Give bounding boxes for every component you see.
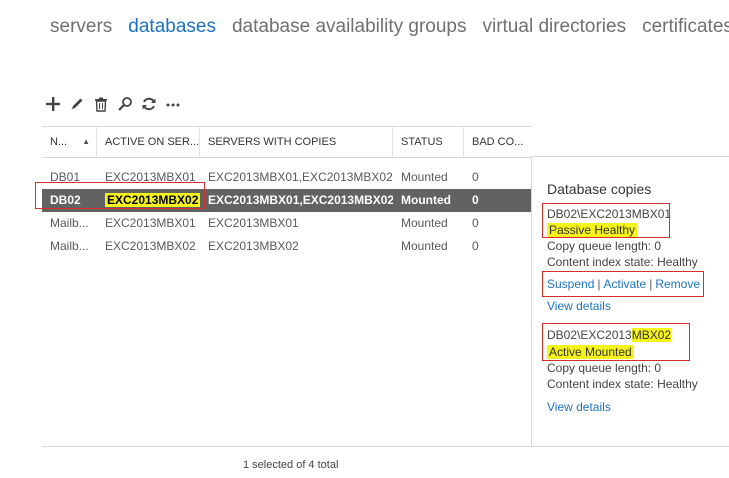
refresh-icon[interactable] <box>140 94 158 114</box>
copy2-state: Active Mounted <box>547 344 634 360</box>
edit-icon[interactable] <box>68 94 86 114</box>
cell-status: Mounted <box>401 193 451 207</box>
table-row[interactable]: DB01 EXC2013MBX01 EXC2013MBX01,EXC2013MB… <box>42 166 532 189</box>
cell-servers: EXC2013MBX01 <box>208 216 299 230</box>
column-header-servers-with-copies[interactable]: SERVERS WITH COPIES <box>200 127 393 157</box>
tab-database-availability-groups[interactable]: database availability groups <box>232 16 467 38</box>
tab-certificates[interactable]: certificates <box>642 16 729 38</box>
column-header-status[interactable]: STATUS <box>393 127 464 157</box>
cell-status: Mounted <box>401 239 448 253</box>
copy1-state: Passive Healthy <box>547 222 638 238</box>
view-details-link[interactable]: View details <box>547 400 611 414</box>
action-separator: | <box>597 277 601 291</box>
cell-name: DB02 <box>50 193 81 207</box>
copy1-queue-length: Copy queue length: 0 <box>547 239 662 253</box>
copy1-view-details: View details <box>547 298 611 314</box>
copy1-index-state: Content index state: Healthy <box>547 255 698 269</box>
search-icon[interactable] <box>116 94 134 114</box>
tab-servers[interactable]: servers <box>50 16 112 38</box>
copy2-index-state: Content index state: Healthy <box>547 377 698 391</box>
table-row-selected[interactable]: DB02 EXC2013MBX02 EXC2013MBX01,EXC2013MB… <box>42 189 532 212</box>
copy2-queue-length: Copy queue length: 0 <box>547 361 662 375</box>
grid-header: N... ▲ ACTIVE ON SER... SERVERS WITH COPI… <box>42 126 532 158</box>
sort-ascending-icon: ▲ <box>82 137 90 146</box>
copy1-actions: Suspend | Activate | Remove <box>547 276 700 292</box>
view-details-link[interactable]: View details <box>547 299 611 313</box>
top-nav: servers databases database availability … <box>50 16 729 38</box>
cell-active-on: EXC2013MBX01 <box>105 170 196 184</box>
cell-name: DB01 <box>50 170 81 184</box>
add-icon[interactable] <box>44 94 62 114</box>
grid-rows: DB01 EXC2013MBX01 EXC2013MBX01,EXC2013MB… <box>42 158 532 258</box>
activate-link[interactable]: Activate <box>604 277 647 291</box>
selection-status: 1 selected of 4 total <box>243 459 339 471</box>
table-row[interactable]: Mailb... EXC2013MBX02 EXC2013MBX02 Mount… <box>42 235 532 258</box>
copy2-name-highlight: MBX02 <box>631 328 672 342</box>
delete-icon[interactable] <box>92 94 110 114</box>
cell-active-on: EXC2013MBX01 <box>105 216 196 230</box>
cell-name: Mailb... <box>50 216 89 230</box>
cell-active-on: EXC2013MBX02 <box>97 189 200 212</box>
cell-servers: EXC2013MBX01,EXC2013MBX02 <box>208 170 393 184</box>
column-header-bad-copies[interactable]: BAD CO... <box>464 127 532 157</box>
cell-bad-copies: 0 <box>472 216 479 230</box>
cell-bad-copies: 0 <box>472 239 479 253</box>
grid-bottom-divider <box>42 446 729 447</box>
copy1-name: DB02\EXC2013MBX01 <box>547 207 672 221</box>
column-header-name-label: N... <box>50 136 68 148</box>
copy2-view-details: View details <box>547 399 611 415</box>
copy2-state-highlight: Active Mounted <box>547 345 634 359</box>
suspend-link[interactable]: Suspend <box>547 277 594 291</box>
details-title: Database copies <box>547 181 652 197</box>
copy2-name: DB02\EXC2013MBX02 <box>547 327 672 343</box>
tab-virtual-directories[interactable]: virtual directories <box>482 16 626 38</box>
highlighted-server: EXC2013MBX02 <box>105 193 200 207</box>
cell-status: Mounted <box>401 216 448 230</box>
cell-bad-copies: 0 <box>472 193 479 207</box>
cell-status: Mounted <box>401 170 448 184</box>
action-separator: | <box>649 277 653 291</box>
toolbar <box>44 94 182 114</box>
copy1-state-highlight: Passive Healthy <box>547 223 638 237</box>
database-grid: N... ▲ ACTIVE ON SER... SERVERS WITH COPI… <box>42 126 532 258</box>
column-header-active-on[interactable]: ACTIVE ON SER... <box>97 127 200 157</box>
copy2-name-prefix: DB02\EXC2013 <box>547 328 632 342</box>
cell-servers: EXC2013MBX01,EXC2013MBX02 <box>208 193 393 207</box>
cell-servers: EXC2013MBX02 <box>208 239 299 253</box>
table-row[interactable]: Mailb... EXC2013MBX01 EXC2013MBX01 Mount… <box>42 212 532 235</box>
cell-name: Mailb... <box>50 239 89 253</box>
more-icon[interactable] <box>164 94 182 114</box>
remove-link[interactable]: Remove <box>655 277 700 291</box>
cell-bad-copies: 0 <box>472 170 479 184</box>
column-header-name[interactable]: N... ▲ <box>42 127 97 157</box>
tab-databases[interactable]: databases <box>128 16 216 38</box>
cell-active-on: EXC2013MBX02 <box>105 239 196 253</box>
